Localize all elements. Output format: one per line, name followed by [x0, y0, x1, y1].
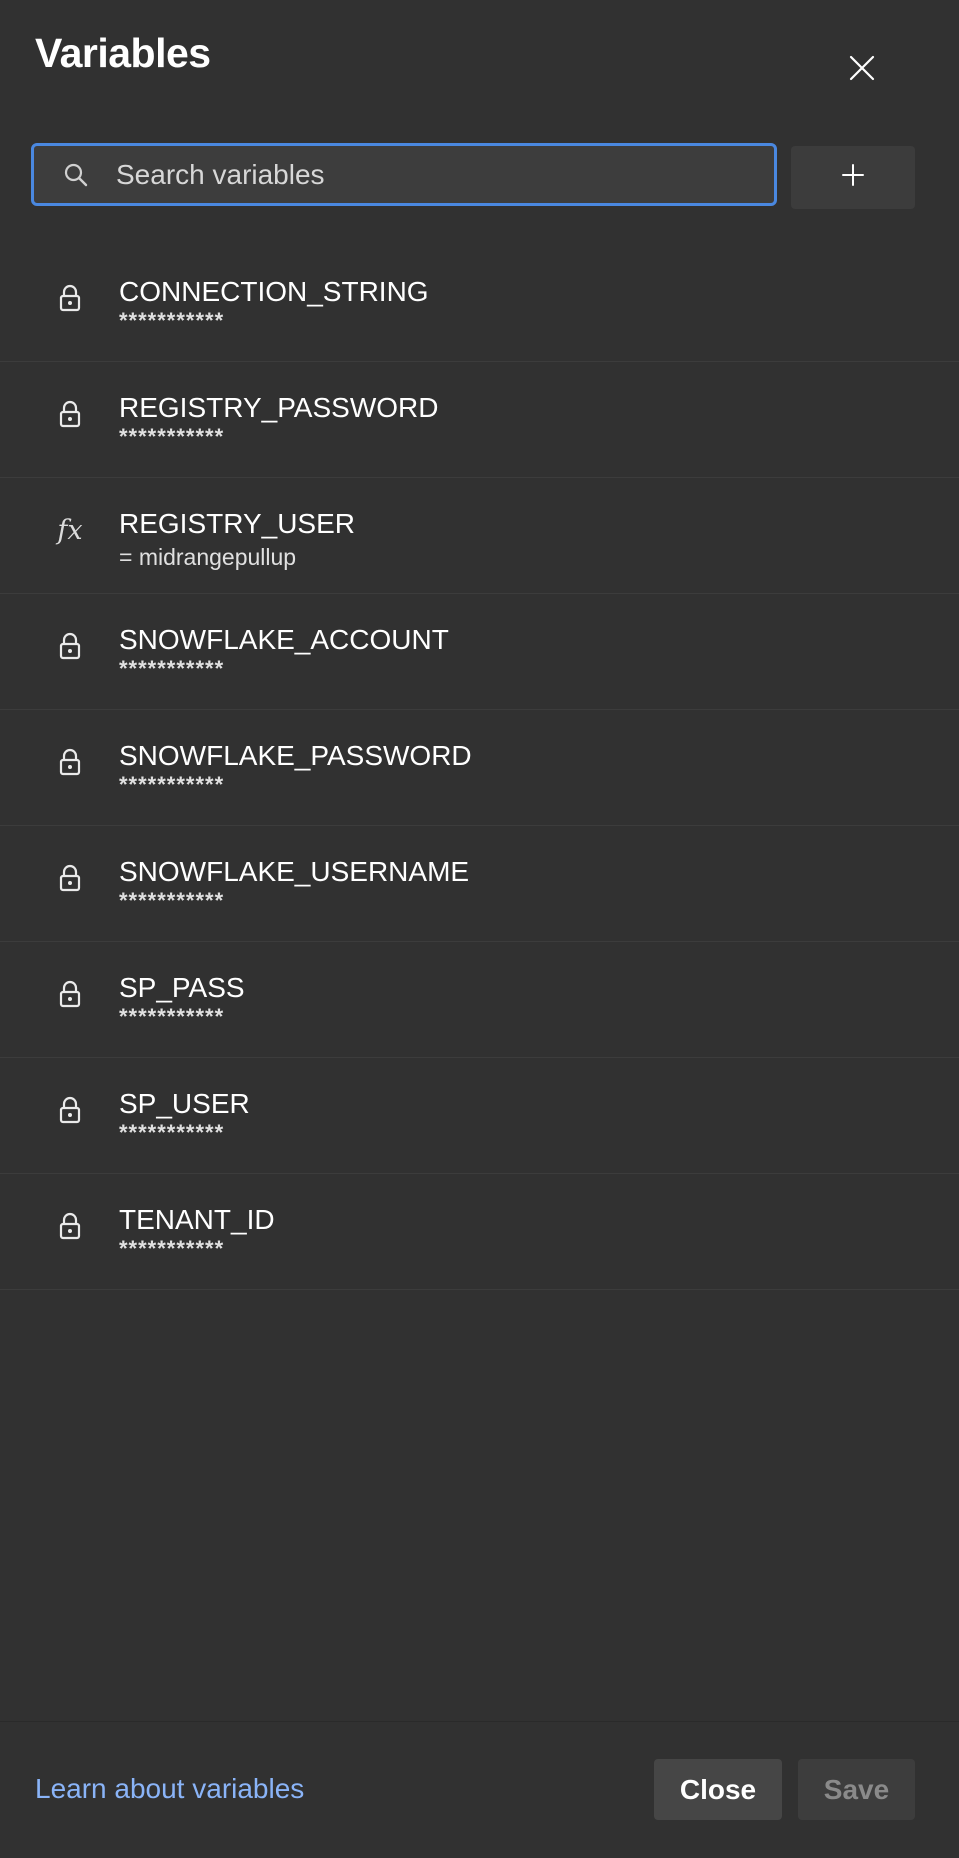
panel-header: Variables	[0, 0, 959, 130]
close-icon[interactable]	[840, 46, 884, 90]
variable-name: SNOWFLAKE_PASSWORD	[119, 740, 472, 771]
close-button[interactable]: Close	[654, 1759, 782, 1820]
variable-name: SNOWFLAKE_ACCOUNT	[119, 624, 449, 655]
variable-name: CONNECTION_STRING	[119, 276, 429, 307]
learn-about-variables-link[interactable]: Learn about variables	[35, 1773, 304, 1805]
lock-icon	[52, 628, 88, 664]
variable-value: = midrangepullup	[119, 544, 297, 570]
fx-icon: fx	[57, 514, 83, 546]
variable-value: ***********	[119, 308, 225, 333]
variable-value: ***********	[119, 1236, 225, 1261]
lock-icon	[52, 1092, 88, 1128]
lock-icon	[52, 280, 88, 316]
variable-value: ***********	[119, 656, 225, 681]
variable-value: ***********	[119, 1120, 225, 1145]
lock-icon	[52, 1208, 88, 1244]
variable-list: CONNECTION_STRING *********** REGISTRY_P…	[0, 246, 959, 1290]
variable-row[interactable]: SNOWFLAKE_PASSWORD ***********	[0, 710, 959, 826]
panel-footer: Learn about variables Close Save	[0, 1721, 959, 1858]
search-input[interactable]	[114, 146, 774, 203]
variable-row[interactable]: REGISTRY_PASSWORD ***********	[0, 362, 959, 478]
variable-value: ***********	[119, 424, 225, 449]
lock-icon	[52, 860, 88, 896]
variable-row[interactable]: SNOWFLAKE_ACCOUNT ***********	[0, 594, 959, 710]
variable-name: SP_USER	[119, 1088, 250, 1119]
panel-title: Variables	[35, 30, 211, 76]
variable-name: TENANT_ID	[119, 1204, 275, 1235]
variable-value: ***********	[119, 888, 225, 913]
plus-icon	[840, 162, 866, 193]
variables-panel: Variables Search variables CONNECTION_ST…	[0, 0, 959, 1858]
variable-row[interactable]: fx REGISTRY_USER = midrangepullup	[0, 478, 959, 594]
variable-row[interactable]: SP_USER ***********	[0, 1058, 959, 1174]
search-icon	[62, 161, 90, 189]
lock-icon	[52, 396, 88, 432]
lock-icon	[52, 744, 88, 780]
variable-row[interactable]: TENANT_ID ***********	[0, 1174, 959, 1290]
search-row	[31, 143, 915, 209]
variable-row[interactable]: CONNECTION_STRING ***********	[0, 246, 959, 362]
variable-value: ***********	[119, 1004, 225, 1029]
variable-row[interactable]: SP_PASS ***********	[0, 942, 959, 1058]
variable-name: SP_PASS	[119, 972, 245, 1003]
add-variable-button[interactable]	[791, 146, 915, 209]
variable-name: REGISTRY_USER	[119, 508, 355, 539]
search-box[interactable]	[31, 143, 777, 206]
variable-row[interactable]: SNOWFLAKE_USERNAME ***********	[0, 826, 959, 942]
lock-icon	[52, 976, 88, 1012]
variable-name: REGISTRY_PASSWORD	[119, 392, 439, 423]
save-button[interactable]: Save	[798, 1759, 915, 1820]
variable-name: SNOWFLAKE_USERNAME	[119, 856, 470, 887]
variable-value: ***********	[119, 772, 225, 797]
